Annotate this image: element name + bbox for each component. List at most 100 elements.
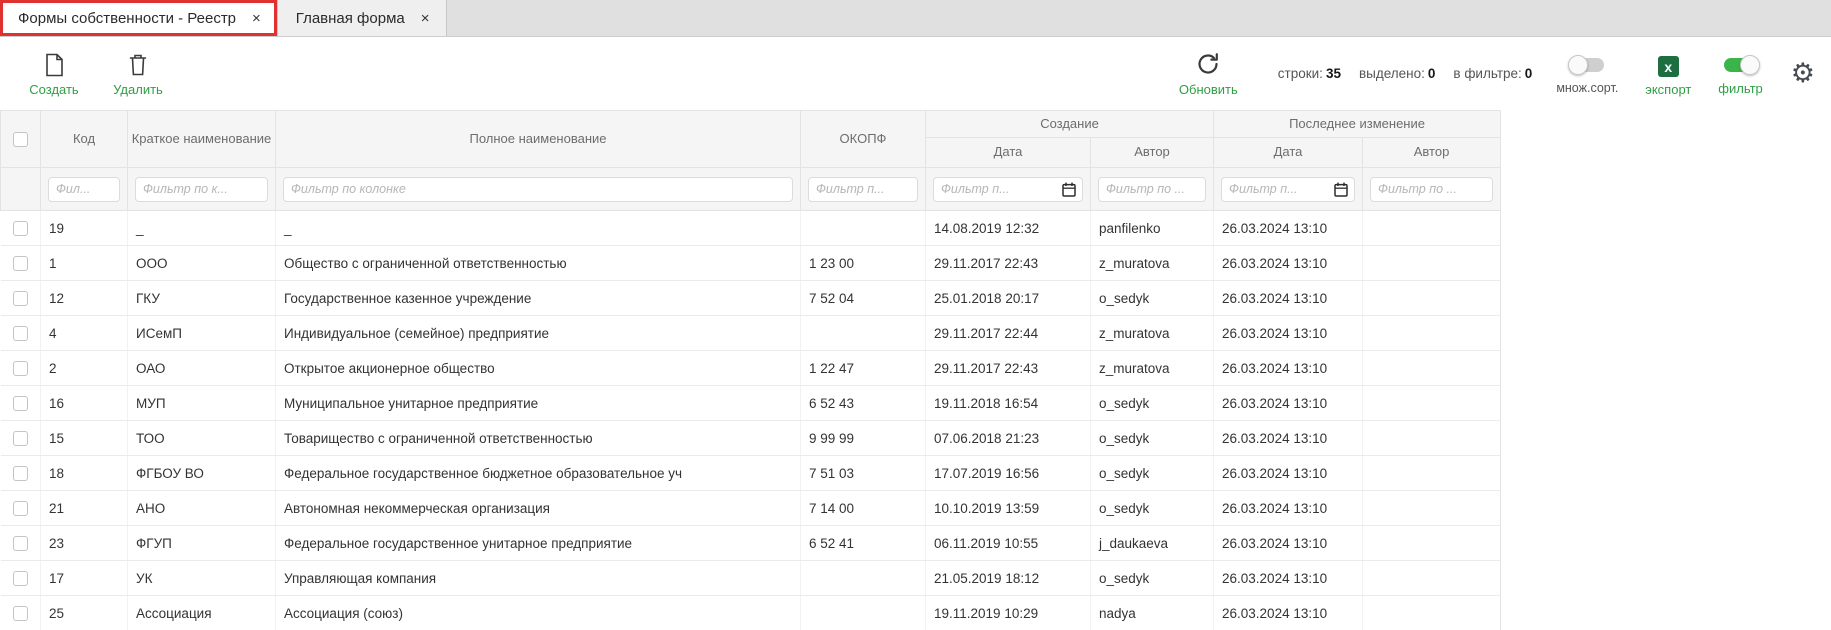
row-checkbox[interactable] [13,431,28,446]
row-checkbox-cell [1,386,41,421]
table-row[interactable]: 12 ГКУ Государственное казенное учрежден… [1,281,1501,316]
cell-short-name: ООО [128,246,276,281]
cell-created-author: o_sedyk [1091,421,1214,456]
row-checkbox[interactable] [13,361,28,376]
tab-main-form[interactable]: Главная форма × [278,0,447,36]
row-checkbox[interactable] [13,256,28,271]
cell-created-author: nadya [1091,596,1214,630]
create-label: Создать [29,82,78,97]
cell-short-name: ИСемП [128,316,276,351]
row-checkbox[interactable] [13,536,28,551]
delete-button[interactable]: Удалить [112,50,164,97]
calendar-icon[interactable] [1062,182,1076,197]
cell-full-name: Индивидуальное (семейное) предприятие [276,316,801,351]
close-icon[interactable]: × [421,11,430,26]
cell-code: 15 [41,421,128,456]
filtered-count-label: в фильтре: [1453,66,1521,81]
close-icon[interactable]: × [252,11,261,26]
column-header-short-name[interactable]: Краткое наименование [128,111,276,168]
cell-created-author: o_sedyk [1091,456,1214,491]
column-header-okopf[interactable]: ОКОПФ [801,111,926,168]
table-body: 19 _ _ 14.08.2019 12:32 panfilenko 26.03… [1,211,1501,630]
cell-okopf [801,561,926,596]
table-row[interactable]: 4 ИСемП Индивидуальное (семейное) предпр… [1,316,1501,351]
switch-knob [1568,55,1588,75]
row-checkbox[interactable] [13,606,28,621]
table-row[interactable]: 15 ТОО Товарищество с ограниченной ответ… [1,421,1501,456]
cell-created-date: 14.08.2019 12:32 [926,211,1091,246]
cell-short-name: _ [128,211,276,246]
table-row[interactable]: 25 Ассоциация Ассоциация (союз) 19.11.20… [1,596,1501,630]
column-header-full-name[interactable]: Полное наименование [276,111,801,168]
select-all-checkbox[interactable] [13,132,28,147]
cell-okopf: 6 52 41 [801,526,926,561]
cell-changed-author [1363,561,1501,596]
cell-full-name: Федеральное государственное унитарное пр… [276,526,801,561]
cell-changed-author [1363,526,1501,561]
column-header-created-date[interactable]: Дата [926,138,1091,168]
row-checkbox[interactable] [13,221,28,236]
selected-count-label: выделено: [1359,66,1425,81]
cell-okopf [801,211,926,246]
row-checkbox[interactable] [13,396,28,411]
tab-label: Формы собственности - Реестр [18,10,236,27]
calendar-icon[interactable] [1334,182,1348,197]
cell-changed-date: 26.03.2024 13:10 [1214,491,1363,526]
create-button[interactable]: Создать [28,50,80,97]
cell-created-date: 07.06.2018 21:23 [926,421,1091,456]
table-row[interactable]: 18 ФГБОУ ВО Федеральное государственное … [1,456,1501,491]
row-checkbox[interactable] [13,466,28,481]
cell-full-name: Автономная некоммерческая организация [276,491,801,526]
cell-created-author: z_muratova [1091,246,1214,281]
filter-switch[interactable] [1724,58,1758,72]
selected-count-value: 0 [1428,66,1436,81]
tab-bar: Формы собственности - Реестр × Главная ф… [0,0,1831,37]
cell-created-author: j_daukaeva [1091,526,1214,561]
filtered-count-value: 0 [1525,66,1533,81]
tab-forms-of-ownership-registry[interactable]: Формы собственности - Реестр × [0,0,278,36]
row-checkbox[interactable] [13,571,28,586]
rows-count: строки:35 [1278,66,1341,81]
cell-short-name: Ассоциация [128,596,276,630]
column-header-code[interactable]: Код [41,111,128,168]
filter-input-code[interactable] [48,177,120,202]
cell-created-date: 29.11.2017 22:43 [926,351,1091,386]
filter-input-full-name[interactable] [283,177,793,202]
refresh-button[interactable]: Обновить [1179,50,1238,97]
row-checkbox-cell [1,561,41,596]
filter-toggle[interactable]: фильтр [1718,52,1762,96]
cell-short-name: МУП [128,386,276,421]
multisort-toggle[interactable]: множ.сорт. [1556,52,1618,95]
export-button[interactable]: x экспорт [1642,50,1694,97]
cell-created-date: 17.07.2019 16:56 [926,456,1091,491]
filter-input-created-author[interactable] [1098,177,1206,202]
cell-code: 4 [41,316,128,351]
table-row[interactable]: 16 МУП Муниципальное унитарное предприят… [1,386,1501,421]
cell-changed-author [1363,316,1501,351]
table-stats: строки:35 выделено:0 в фильтре:0 [1278,66,1533,81]
row-checkbox[interactable] [13,291,28,306]
table-row[interactable]: 17 УК Управляющая компания 21.05.2019 18… [1,561,1501,596]
table-row[interactable]: 1 ООО Общество с ограниченной ответствен… [1,246,1501,281]
filter-input-short-name[interactable] [135,177,268,202]
gear-icon[interactable]: ⚙ [1791,60,1815,87]
table-row[interactable]: 23 ФГУП Федеральное государственное унит… [1,526,1501,561]
cell-created-date: 06.11.2019 10:55 [926,526,1091,561]
table-row[interactable]: 19 _ _ 14.08.2019 12:32 panfilenko 26.03… [1,211,1501,246]
table-row[interactable]: 21 АНО Автономная некоммерческая организ… [1,491,1501,526]
filter-input-created-date[interactable] [934,178,1062,201]
cell-created-date: 19.11.2019 10:29 [926,596,1091,630]
table-row[interactable]: 2 ОАО Открытое акционерное общество 1 22… [1,351,1501,386]
column-header-created-author[interactable]: Автор [1091,138,1214,168]
filter-input-okopf[interactable] [808,177,918,202]
row-checkbox[interactable] [13,501,28,516]
row-checkbox[interactable] [13,326,28,341]
column-header-changed-author[interactable]: Автор [1363,138,1501,168]
cell-short-name: ФГУП [128,526,276,561]
filter-input-changed-date[interactable] [1222,178,1334,201]
cell-code: 19 [41,211,128,246]
column-header-changed-date[interactable]: Дата [1214,138,1363,168]
row-checkbox-cell [1,456,41,491]
multisort-switch[interactable] [1570,58,1604,72]
filter-input-changed-author[interactable] [1370,177,1493,202]
